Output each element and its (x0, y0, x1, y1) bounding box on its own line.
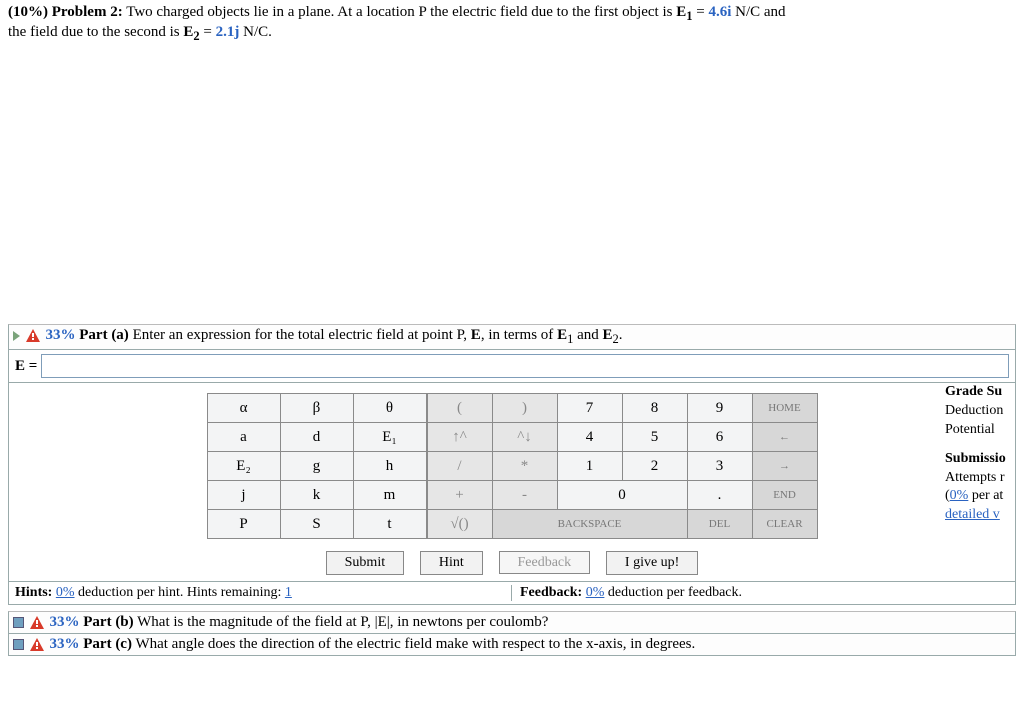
hints-bar: Hints: 0% deduction per hint. Hints rema… (8, 582, 1016, 605)
key-theta[interactable]: θ (353, 394, 426, 423)
e1-value: 4.6i (708, 4, 731, 20)
key-2[interactable]: 2 (622, 452, 687, 481)
key-8[interactable]: 8 (622, 394, 687, 423)
key-e1[interactable]: E₁ (353, 423, 426, 452)
submit-button[interactable]: Submit (326, 551, 404, 575)
part-c-text: What angle does the direction of the ele… (135, 636, 695, 652)
part-c-header[interactable]: 33% Part (c) What angle does the directi… (8, 634, 1016, 656)
problem-label: Problem 2: (52, 4, 123, 20)
key-h[interactable]: h (353, 452, 426, 481)
key-m[interactable]: m (353, 481, 426, 510)
key-plus[interactable]: + (427, 481, 492, 510)
hint-pct[interactable]: 0% (56, 585, 75, 600)
key-6[interactable]: 6 (687, 423, 752, 452)
warning-icon (30, 616, 44, 629)
key-mul[interactable]: * (492, 452, 557, 481)
part-a-body: Grade Su Deduction Potential Submissio A… (8, 383, 1016, 582)
part-a-pct: 33% (46, 327, 76, 343)
part-c-label: Part (c) (83, 636, 132, 652)
warning-icon (30, 638, 44, 651)
part-a-label: Part (a) (79, 327, 129, 343)
key-9[interactable]: 9 (687, 394, 752, 423)
key-t[interactable]: t (353, 510, 426, 539)
hints-remaining[interactable]: 1 (285, 585, 292, 600)
key-p[interactable]: P (207, 510, 280, 539)
key-home[interactable]: HOME (752, 394, 817, 423)
part-b-pct: 33% (50, 614, 80, 630)
key-sqrt[interactable]: √() (427, 510, 492, 539)
grade-sidebar: Grade Su Deduction Potential Submissio A… (937, 383, 1015, 525)
key-dot[interactable]: . (687, 481, 752, 510)
key-0[interactable]: 0 (557, 481, 687, 510)
detailed-link[interactable]: detailed v (945, 507, 1000, 522)
key-minus[interactable]: - (492, 481, 557, 510)
part-b-header[interactable]: 33% Part (b) What is the magnitude of th… (8, 611, 1016, 634)
number-pad: ( ) 7 8 9 HOME ↑^ ^↓ 4 5 6 ← / * 1 2 3 (427, 393, 818, 539)
problem-text-1: Two charged objects lie in a plane. At a… (126, 4, 676, 20)
key-sub[interactable]: ^↓ (492, 423, 557, 452)
warning-icon (26, 329, 40, 342)
key-k[interactable]: k (280, 481, 353, 510)
variable-pad: αβθ adE₁ E₂gh jkm PSt (207, 393, 427, 539)
part-b-text: What is the magnitude of the field at P,… (137, 614, 548, 630)
key-alpha[interactable]: α (207, 394, 280, 423)
key-e2[interactable]: E₂ (207, 452, 280, 481)
key-left[interactable]: ← (752, 423, 817, 452)
key-5[interactable]: 5 (622, 423, 687, 452)
part-a-header[interactable]: 33% Part (a) Enter an expression for the… (8, 324, 1016, 350)
key-1[interactable]: 1 (557, 452, 622, 481)
collapsed-icon (13, 639, 24, 650)
per-attempt-link[interactable]: 0% (950, 488, 969, 503)
key-div[interactable]: / (427, 452, 492, 481)
key-s[interactable]: S (280, 510, 353, 539)
key-g[interactable]: g (280, 452, 353, 481)
key-7[interactable]: 7 (557, 394, 622, 423)
part-c-pct: 33% (50, 636, 80, 652)
feedback-pct[interactable]: 0% (586, 585, 605, 600)
key-a[interactable]: a (207, 423, 280, 452)
hint-button[interactable]: Hint (420, 551, 483, 575)
key-3[interactable]: 3 (687, 452, 752, 481)
key-clear[interactable]: CLEAR (752, 510, 817, 539)
key-rparen[interactable]: ) (492, 394, 557, 423)
key-right[interactable]: → (752, 452, 817, 481)
e2-value: 2.1j (216, 24, 240, 40)
collapsed-icon (13, 617, 24, 628)
part-b-label: Part (b) (83, 614, 133, 630)
key-4[interactable]: 4 (557, 423, 622, 452)
key-sup[interactable]: ↑^ (427, 423, 492, 452)
expand-icon (13, 331, 20, 341)
key-backspace[interactable]: BACKSPACE (492, 510, 687, 539)
giveup-button[interactable]: I give up! (606, 551, 698, 575)
key-beta[interactable]: β (280, 394, 353, 423)
problem-header: (10%) Problem 2: Two charged objects lie… (8, 4, 1016, 44)
key-del[interactable]: DEL (687, 510, 752, 539)
keypad: αβθ adE₁ E₂gh jkm PSt ( ) 7 8 9 HOME ↑^ … (15, 393, 1009, 539)
problem-weight: (10%) (8, 4, 48, 20)
expression-input[interactable] (41, 354, 1009, 378)
key-end[interactable]: END (752, 481, 817, 510)
key-j[interactable]: j (207, 481, 280, 510)
expression-row: E = (8, 350, 1016, 383)
feedback-button[interactable]: Feedback (499, 551, 591, 574)
action-buttons: Submit Hint Feedback I give up! (15, 551, 1009, 575)
expression-label: E = (15, 358, 37, 375)
key-d[interactable]: d (280, 423, 353, 452)
key-lparen[interactable]: ( (427, 394, 492, 423)
problem-text-2: the field due to the second is (8, 24, 183, 40)
